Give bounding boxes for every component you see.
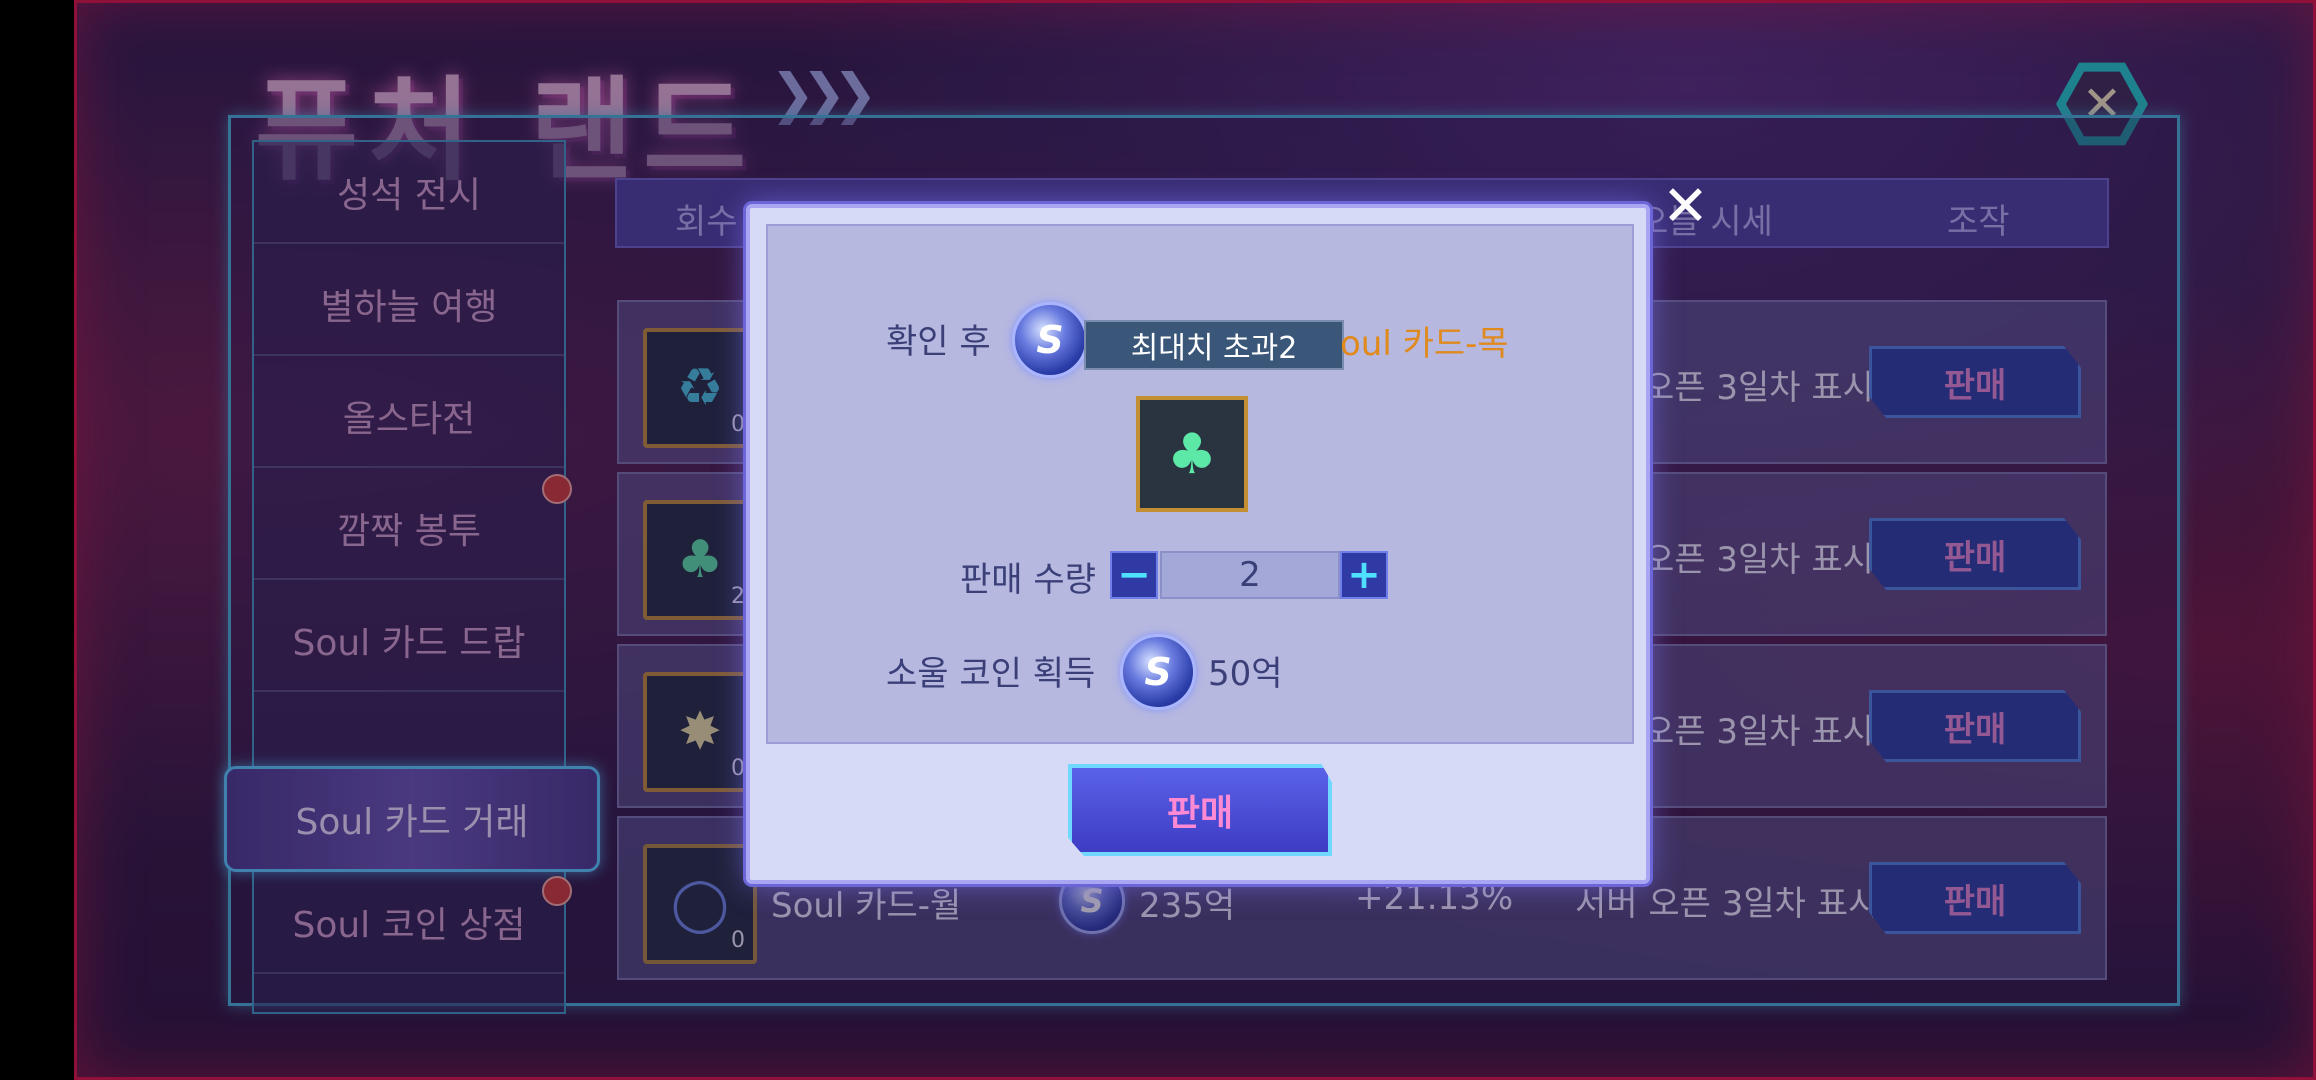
- sell-quantity-label: 판매 수량: [960, 560, 1096, 600]
- minus-icon: −: [1117, 552, 1151, 598]
- decrease-quantity-button[interactable]: −: [1110, 551, 1158, 599]
- modal-close-button[interactable]: ✕: [1662, 174, 1709, 239]
- confirm-sell-button[interactable]: 판매: [1068, 764, 1332, 856]
- quantity-input[interactable]: 2: [1160, 551, 1340, 599]
- soul-coin-icon: S: [1012, 302, 1088, 378]
- card-tree-icon: ♣: [1136, 396, 1248, 512]
- confirm-label: 확인 후: [886, 322, 991, 362]
- card-name: oul 카드-목: [1340, 324, 1509, 364]
- coin-gain-value: 50억: [1208, 654, 1283, 694]
- coin-gain-label: 소울 코인 획득: [886, 654, 1096, 694]
- sell-dialog-content: 확인 후 S 2 S 최대치 초과2 oul 카드-목 ♣ 판매 수량 − 2 …: [766, 224, 1634, 744]
- plus-icon: +: [1347, 552, 1381, 598]
- soul-coin-icon: S: [1120, 634, 1196, 710]
- max-exceeded-tooltip: 최대치 초과2: [1084, 320, 1344, 370]
- sell-dialog: 확인 후 S 2 S 최대치 초과2 oul 카드-목 ♣ 판매 수량 − 2 …: [746, 204, 1650, 884]
- coin-symbol: S: [1144, 650, 1172, 694]
- coin-symbol: S: [1036, 318, 1064, 362]
- increase-quantity-button[interactable]: +: [1340, 551, 1388, 599]
- confirm-sell-label: 판매: [1166, 793, 1234, 834]
